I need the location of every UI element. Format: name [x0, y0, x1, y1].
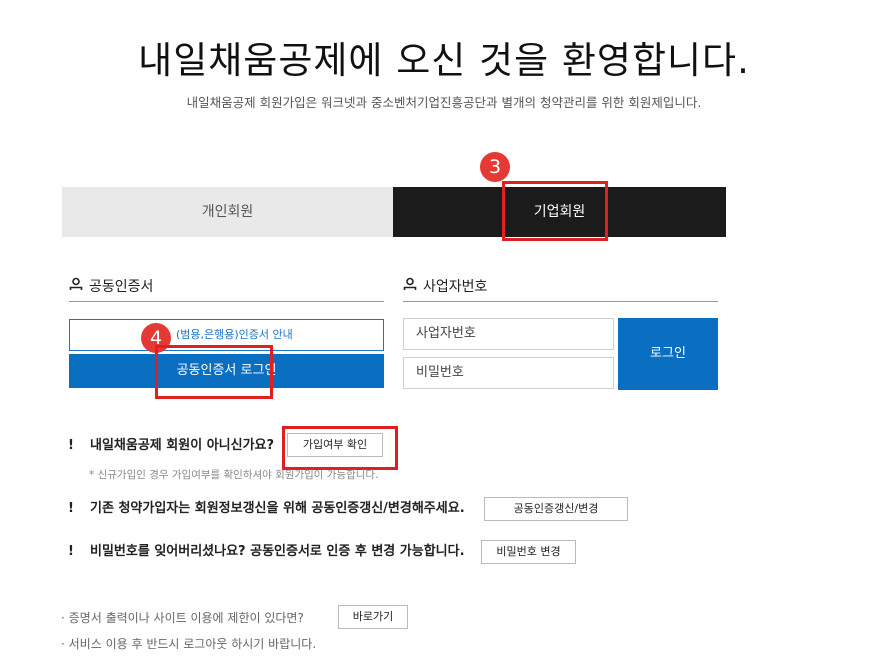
user-icon: [403, 277, 417, 297]
step-marker-3: 3: [480, 152, 510, 182]
certificate-heading-label: 공동인증서: [89, 279, 154, 295]
certificate-section-heading: 공동인증서: [69, 277, 384, 302]
exclamation-icon: !: [68, 501, 74, 516]
highlight-box-certificate-login: [155, 345, 273, 399]
page-title: 내일채움공제에 오신 것을 환영합니다.: [138, 39, 750, 82]
highlight-box-company-tab: [502, 181, 608, 241]
exclamation-icon: !: [68, 438, 74, 453]
exclamation-icon: !: [68, 544, 74, 559]
footer-restriction-text: · 증명서 출력이나 사이트 이용에 제한이 있다면?: [61, 611, 304, 625]
certificate-renew-button[interactable]: 공동인증갱신/변경: [484, 497, 628, 521]
tab-personal-member[interactable]: 개인회원: [62, 187, 393, 237]
member-question-text: 내일채움공제 회원이 아니신가요?: [90, 438, 275, 453]
footer-logout-text: · 서비스 이용 후 반드시 로그아웃 하시기 바랍니다.: [61, 637, 317, 651]
member-check-hint: * 신규가입인 경우 가입여부를 확인하셔야 회원가입이 가능합니다.: [89, 469, 379, 481]
highlight-box-member-check: [282, 426, 398, 470]
password-input[interactable]: 비밀번호: [403, 357, 614, 389]
notice-password: ! 비밀번호를 잊어버리셨나요? 공동인증서로 인증 후 변경 가능합니다.: [66, 543, 465, 561]
shortcut-button[interactable]: 바로가기: [338, 605, 408, 629]
business-section-heading: 사업자번호: [403, 277, 718, 302]
notice-renew: ! 기존 청약가입자는 회원정보갱신을 위해 공동인증갱신/변경해주세요.: [66, 500, 465, 518]
password-text: 비밀번호를 잊어버리셨나요? 공동인증서로 인증 후 변경 가능합니다.: [90, 544, 465, 559]
business-heading-label: 사업자번호: [423, 279, 488, 295]
business-login-button[interactable]: 로그인: [618, 318, 718, 390]
business-number-input[interactable]: 사업자번호: [403, 318, 614, 350]
renew-text: 기존 청약가입자는 회원정보갱신을 위해 공동인증갱신/변경해주세요.: [90, 501, 465, 516]
notice-member-check: ! 내일채움공제 회원이 아니신가요?: [66, 437, 274, 455]
page-subtitle: 내일채움공제 회원가입은 워크넷과 중소벤처기업진흥공단과 별개의 청약관리를 …: [186, 95, 702, 110]
user-icon: [69, 277, 83, 297]
password-change-button[interactable]: 비밀번호 변경: [481, 540, 576, 564]
